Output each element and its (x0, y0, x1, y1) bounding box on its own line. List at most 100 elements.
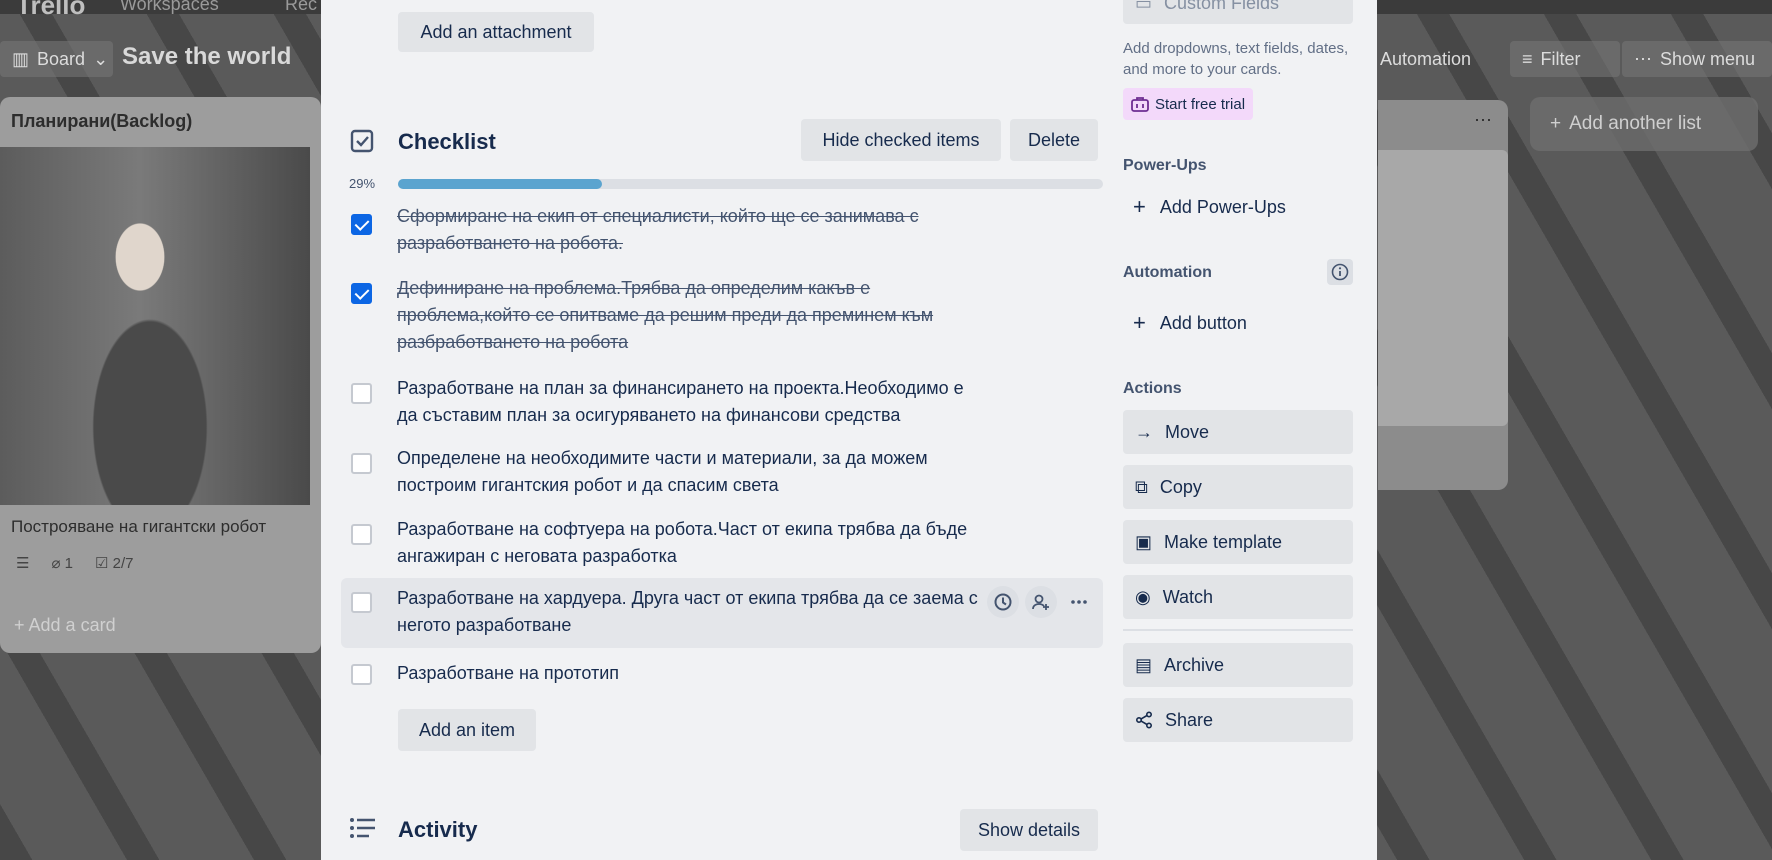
card-title[interactable]: Построяване на гигантски робот (11, 517, 266, 537)
item-checkbox[interactable] (351, 524, 372, 545)
workspaces-menu[interactable]: Workspaces (120, 0, 219, 15)
plus-icon: + (1133, 310, 1146, 335)
add-powerups-label: Add Power-Ups (1159, 196, 1286, 217)
item-text[interactable]: Определене на необходимите части и матер… (397, 445, 987, 499)
start-trial-button[interactable]: Start free trial (1123, 88, 1254, 120)
watch-button[interactable]: ◉ Watch (1123, 575, 1353, 619)
plus-icon: + (14, 615, 25, 635)
card-badges: ☰ ⌀ 1 ☑ 2/7 (16, 554, 133, 572)
item-checkbox[interactable] (351, 664, 372, 685)
item-text[interactable]: Разработване на хардуера. Друга част от … (397, 585, 987, 639)
activity-icon (349, 816, 375, 842)
copy-icon: ⧉ (1135, 476, 1148, 497)
archive-label: Archive (1164, 654, 1225, 675)
share-icon (1135, 711, 1153, 729)
add-list-button[interactable]: + Add another list (1530, 97, 1758, 151)
description-icon: ☰ (16, 555, 30, 572)
custom-fields-icon: ▭ (1135, 0, 1153, 13)
item-checkbox[interactable] (351, 383, 372, 404)
info-icon[interactable] (1327, 259, 1353, 285)
briefcase-icon (1131, 96, 1149, 112)
checklist-icon: ☑ (95, 555, 109, 572)
add-card-button[interactable]: + Add a card (14, 615, 116, 636)
share-label: Share (1165, 709, 1214, 730)
item-checkbox[interactable] (351, 453, 372, 474)
add-card-label: Add a card (28, 615, 116, 635)
add-item-button[interactable]: Add an item (398, 709, 536, 751)
custom-fields-note: Add dropdowns, text fields, dates, and m… (1123, 40, 1349, 78)
activity-title[interactable]: Activity (398, 817, 477, 843)
add-powerups-button[interactable]: + Add Power-Ups (1123, 186, 1353, 228)
make-template-label: Make template (1164, 531, 1283, 552)
arrow-right-icon: → (1135, 421, 1153, 442)
add-button-label: Add button (1159, 312, 1247, 333)
more-icon: ⋯ (1634, 48, 1652, 69)
due-date-icon[interactable] (987, 586, 1019, 618)
item-text[interactable]: Разработване на прототип (397, 660, 987, 687)
custom-fields-button[interactable]: ▭ Custom Fields (1123, 0, 1353, 24)
custom-fields-label: Custom Fields (1164, 0, 1280, 13)
move-button[interactable]: → Move (1123, 410, 1353, 454)
backlog-list: Планирани(Backlog) Построяване на гигант… (0, 97, 321, 653)
item-text[interactable]: Разработване на софтуера на робота.Част … (397, 516, 987, 570)
checklist-badge: ☑ 2/7 (95, 554, 133, 572)
make-template-button[interactable]: ▣ Make template (1123, 520, 1353, 564)
show-menu-label: Show menu (1660, 48, 1756, 69)
start-trial-label: Start free trial (1155, 95, 1246, 113)
archive-icon: ▤ (1135, 654, 1153, 675)
assign-member-icon[interactable] (1025, 586, 1057, 618)
add-button-button[interactable]: + Add button (1123, 302, 1353, 344)
board-view-switcher[interactable]: ▥ Board ⌄ (0, 41, 113, 77)
filter-icon: ≡ (1522, 48, 1533, 69)
list-card[interactable] (1378, 150, 1508, 426)
card-cover-image[interactable] (0, 147, 310, 505)
add-list-label: Add another list (1569, 113, 1702, 134)
checklist-item[interactable]: Разработване на план за финансирането на… (341, 375, 1103, 431)
share-button[interactable]: Share (1123, 698, 1353, 742)
card-detail-modal: Add an attachment Checklist Hide checked… (321, 0, 1377, 860)
automation-button[interactable]: Automation (1368, 41, 1478, 77)
template-icon: ▣ (1135, 531, 1153, 552)
checklist-item[interactable]: Дефиниране на проблема.Трябва да определ… (341, 275, 1103, 360)
archive-button[interactable]: ▤ Archive (1123, 643, 1353, 687)
add-attachment-button[interactable]: Add an attachment (398, 12, 594, 52)
item-text[interactable]: Разработване на план за финансирането на… (397, 375, 987, 429)
item-text[interactable]: Сформиране на екип от специалисти, който… (397, 203, 987, 257)
hide-checked-button[interactable]: Hide checked items (801, 119, 1001, 161)
checklist-item[interactable]: Определене на необходимите части и матер… (341, 445, 1103, 501)
checklist-item[interactable]: Сформиране на екип от специалисти, който… (341, 203, 1103, 263)
actions-label: Actions (1123, 380, 1182, 397)
show-details-button[interactable]: Show details (960, 809, 1098, 851)
item-text[interactable]: Дефиниране на проблема.Трябва да определ… (397, 275, 987, 356)
filter-label: Filter (1540, 48, 1581, 69)
show-menu-button[interactable]: ⋯ Show menu (1622, 41, 1772, 77)
item-more-icon[interactable] (1063, 586, 1095, 618)
checklist-icon (349, 128, 375, 154)
checklist-item[interactable]: Разработване на прототип (341, 660, 1103, 696)
board-view-label: Board (37, 48, 86, 69)
copy-button[interactable]: ⧉ Copy (1123, 465, 1353, 509)
recent-menu[interactable]: Rec (285, 0, 317, 15)
list-title[interactable]: Планирани(Backlog) (11, 111, 192, 132)
progress-bar-fill (398, 179, 603, 189)
attachment-badge: ⌀ 1 (51, 554, 73, 572)
trello-logo[interactable]: Trello (16, 0, 85, 21)
list-menu-icon[interactable]: ⋯ (1474, 110, 1492, 131)
checklist-title[interactable]: Checklist (398, 129, 496, 155)
move-label: Move (1165, 421, 1210, 442)
second-list: ⋯ (1378, 100, 1508, 490)
item-checkbox[interactable] (351, 283, 372, 304)
powerups-label: Power-Ups (1123, 157, 1207, 174)
checklist-item[interactable]: Разработване на софтуера на робота.Част … (341, 516, 1103, 572)
checklist-count: 2/7 (112, 555, 134, 572)
automation-label: Automation (1380, 48, 1472, 69)
checklist-item-hovered[interactable]: Разработване на хардуера. Друга част от … (341, 578, 1103, 648)
attachment-icon: ⌀ (51, 555, 61, 572)
filter-button[interactable]: ≡ Filter (1510, 41, 1620, 77)
delete-checklist-button[interactable]: Delete (1010, 119, 1098, 161)
chevron-down-icon: ⌄ (93, 48, 109, 69)
item-checkbox[interactable] (351, 592, 372, 613)
item-checkbox[interactable] (351, 214, 372, 235)
plus-icon: + (1133, 194, 1146, 219)
board-title[interactable]: Save the world (122, 43, 291, 71)
